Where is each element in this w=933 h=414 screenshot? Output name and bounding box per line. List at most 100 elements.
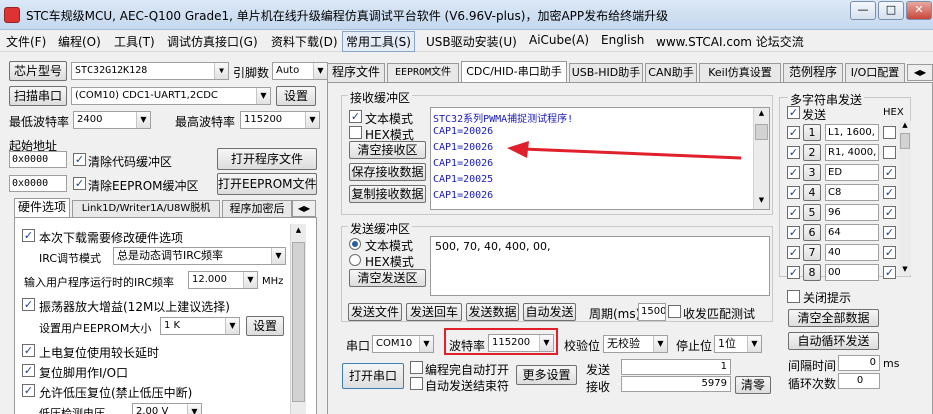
baud-rate-select[interactable]: 115200 ▼ (488, 334, 554, 352)
loop-count-input[interactable]: 0 (838, 373, 880, 389)
menu-english[interactable]: English (601, 33, 644, 47)
menu-tools[interactable]: 工具(T) (114, 33, 155, 50)
match-test-checkbox[interactable] (668, 305, 681, 318)
irc-mode-select[interactable]: 总是动态调节IRC频率 ▼ (113, 247, 286, 265)
clear-code-checkbox[interactable]: ✓ (73, 153, 86, 166)
menu-program[interactable]: 编程(O) (58, 33, 101, 50)
pin-count-select[interactable]: Auto ▼ (272, 62, 328, 80)
tab-eeprom-file[interactable]: EEPROM文件 (387, 63, 459, 82)
send-hex-mode-radio[interactable] (349, 254, 361, 266)
multi-row-hex-checkbox[interactable]: ✓ (883, 246, 896, 259)
open-serial-port-button[interactable]: 打开串口 (342, 363, 404, 389)
long-reset-delay-checkbox[interactable]: ✓ (22, 344, 35, 357)
tab-program-file[interactable]: 程序文件 (327, 63, 385, 82)
tab-usb-hid[interactable]: USB-HID助手 (569, 63, 643, 82)
close-hint-checkbox[interactable] (787, 290, 800, 303)
clear-receive-button[interactable]: 清空接收区 (349, 141, 426, 159)
clear-send-button[interactable]: 清空发送区 (349, 269, 426, 287)
menu-usb-driver[interactable]: USB驱动安装(U) (426, 33, 517, 50)
multi-row-send-button[interactable]: 8 (803, 264, 821, 281)
multi-row-send-checkbox[interactable]: ✓ (787, 206, 800, 219)
auto-loop-send-button[interactable]: 自动循环发送 (788, 332, 879, 350)
parity-select[interactable]: 无校验 ▼ (603, 335, 668, 353)
send-enter-button[interactable]: 发送回车 (406, 303, 462, 321)
multi-row-hex-checkbox[interactable] (883, 126, 896, 139)
multi-row-send-button[interactable]: 6 (803, 224, 821, 241)
multi-row-hex-checkbox[interactable]: ✓ (883, 266, 896, 279)
interval-input[interactable]: 0 (838, 355, 880, 371)
save-receive-button[interactable]: 保存接收数据 (349, 163, 426, 181)
send-file-button[interactable]: 发送文件 (348, 303, 402, 321)
auto-open-checkbox[interactable] (410, 361, 423, 374)
open-eeprom-file-button[interactable]: 打开EEPROM文件 (217, 173, 317, 195)
port-select[interactable]: (COM10) CDC1-UART1,2CDC ▼ (71, 87, 271, 105)
clear-all-data-button[interactable]: 清空全部数据 (788, 309, 879, 327)
chip-model-button[interactable]: 芯片型号 (9, 61, 67, 81)
multi-row-send-checkbox[interactable]: ✓ (787, 186, 800, 199)
tab-offline-writer[interactable]: Link1D/Writer1A/U8W脱机 (72, 200, 220, 217)
scroll-thumb[interactable] (292, 242, 305, 402)
auto-send-button[interactable]: 自动发送 (523, 303, 576, 321)
more-settings-button[interactable]: 更多设置 (516, 365, 577, 385)
hardware-options-scrollbar[interactable]: ▲ (290, 224, 306, 414)
scroll-thumb[interactable] (900, 133, 910, 149)
open-program-file-button[interactable]: 打开程序文件 (217, 148, 317, 170)
multi-row-send-checkbox[interactable]: ✓ (787, 266, 800, 279)
scroll-up-icon[interactable]: ▲ (899, 121, 911, 131)
clear-eeprom-checkbox[interactable]: ✓ (73, 177, 86, 190)
menu-file[interactable]: 文件(F) (6, 33, 46, 50)
tab-can[interactable]: CAN助手 (645, 63, 697, 82)
port-settings-button[interactable]: 设置 (276, 86, 316, 106)
recv-hex-mode-checkbox[interactable] (349, 126, 362, 139)
chip-model-select[interactable]: STC32G12K128 ▼ (71, 62, 229, 80)
scroll-down-icon[interactable]: ▼ (899, 265, 911, 275)
tab-serial-assistant[interactable]: CDC/HID-串口助手 (461, 61, 567, 82)
multi-row-send-checkbox[interactable]: ✓ (787, 126, 800, 139)
eeprom-start-address-input[interactable]: 0x0000 (9, 175, 67, 192)
irc-frequency-select[interactable]: 12.000 ▼ (188, 271, 258, 289)
send-data-button[interactable]: 发送数据 (466, 303, 519, 321)
multi-row-send-button[interactable]: 2 (803, 144, 821, 161)
menu-common-tools[interactable]: 常用工具(S) (342, 31, 415, 52)
multi-row-string-input[interactable]: 00 (825, 264, 879, 281)
multi-row-send-checkbox[interactable]: ✓ (787, 246, 800, 259)
recv-text-mode-checkbox[interactable]: ✓ (349, 110, 362, 123)
serial-port-select[interactable]: COM10 ▼ (372, 335, 434, 353)
code-start-address-input[interactable]: 0x0000 (9, 151, 67, 168)
multi-row-send-button[interactable]: 4 (803, 184, 821, 201)
multi-row-send-button[interactable]: 1 (803, 124, 821, 141)
multi-row-string-input[interactable]: L1, 1600, 0 (825, 124, 879, 141)
multi-row-string-input[interactable]: ED (825, 164, 879, 181)
copy-receive-button[interactable]: 复制接收数据 (349, 185, 426, 203)
multi-row-send-checkbox[interactable]: ✓ (787, 166, 800, 179)
multi-row-hex-checkbox[interactable]: ✓ (883, 186, 896, 199)
low-voltage-reset-checkbox[interactable]: ✓ (22, 384, 35, 397)
menu-aicube[interactable]: AiCube(A) (529, 33, 589, 47)
scroll-up-icon[interactable]: ▲ (292, 226, 305, 238)
multi-string-scrollbar[interactable]: ▲ ▼ (899, 121, 911, 275)
minimize-button[interactable]: — (850, 1, 876, 20)
oscillator-gain-checkbox[interactable]: ✓ (22, 298, 35, 311)
scroll-down-icon[interactable]: ▼ (755, 196, 768, 208)
receive-scrollbar[interactable]: ▲ ▼ (753, 108, 769, 209)
tab-encrypt[interactable]: 程序加密后 (222, 200, 292, 217)
multi-row-send-checkbox[interactable]: ✓ (787, 146, 800, 159)
multi-row-string-input[interactable]: 96 (825, 204, 879, 221)
multi-row-hex-checkbox[interactable]: ✓ (883, 226, 896, 239)
multi-row-hex-checkbox[interactable]: ✓ (883, 166, 896, 179)
multi-row-string-input[interactable]: R1, 4000, 1 (825, 144, 879, 161)
tab-scroll-arrows[interactable]: ◀▶ (907, 64, 933, 81)
multi-row-string-input[interactable]: 64 (825, 224, 879, 241)
reset-pin-io-checkbox[interactable]: ✓ (22, 364, 35, 377)
period-input[interactable]: 1500 (638, 303, 666, 321)
multi-row-hex-checkbox[interactable]: ✓ (883, 206, 896, 219)
menu-download[interactable]: 资料下载(D) (271, 33, 338, 50)
multi-send-all-checkbox[interactable]: ✓ (787, 106, 800, 119)
multi-row-send-button[interactable]: 7 (803, 244, 821, 261)
low-voltage-threshold-select[interactable]: 2.00 V ▼ (132, 403, 202, 414)
multi-row-string-input[interactable]: 40 (825, 244, 879, 261)
auto-send-end-checkbox[interactable] (410, 377, 423, 390)
multi-row-send-button[interactable]: 3 (803, 164, 821, 181)
scroll-thumb[interactable] (755, 124, 768, 140)
eeprom-size-select[interactable]: 1 K ▼ (160, 317, 240, 335)
